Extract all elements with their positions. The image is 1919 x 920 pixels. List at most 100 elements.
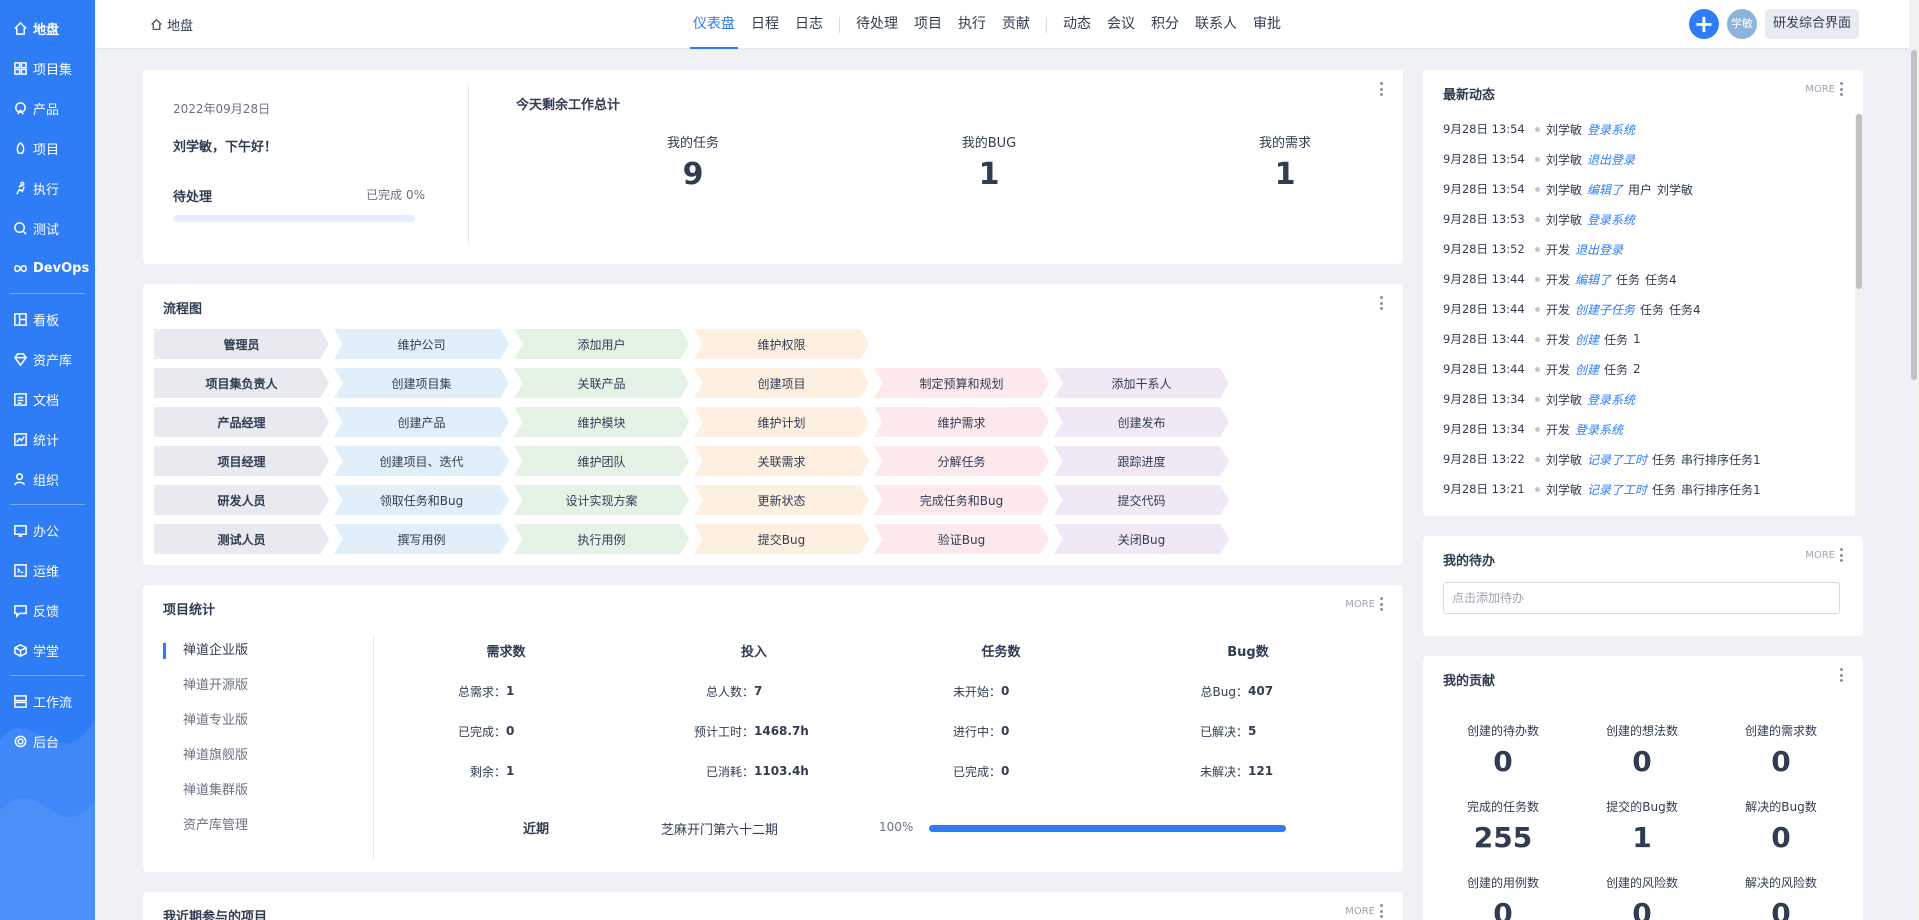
card-menu-icon[interactable]	[1839, 668, 1843, 682]
sidebar-item-feedback[interactable]: 反馈	[0, 590, 95, 630]
project-item[interactable]: 禅道企业版	[163, 641, 248, 676]
contribution-stat: 解决的风险数 0	[1711, 874, 1851, 920]
avatar[interactable]: 学敏	[1726, 9, 1757, 39]
sidebar-item-test[interactable]: 测试	[0, 208, 95, 248]
more-link[interactable]: MORE	[1345, 599, 1375, 610]
activity-object-name[interactable]: 刘学敏	[1657, 181, 1693, 198]
sidebar-item-org[interactable]: 组织	[0, 459, 95, 499]
activity-object-name[interactable]: 串行排序任务1	[1681, 451, 1761, 468]
nav-score[interactable]: 积分	[1143, 0, 1187, 49]
flow-step[interactable]: 创建发布	[1054, 407, 1229, 437]
flow-step[interactable]: 分解任务	[874, 446, 1049, 476]
flow-step[interactable]: 创建产品	[334, 407, 509, 437]
flow-step[interactable]: 提交Bug	[694, 524, 869, 554]
create-button[interactable]: +	[1688, 9, 1719, 39]
sidebar-item-assets[interactable]: 资产库	[0, 339, 95, 379]
activity-time: 9月28日 13:22	[1443, 452, 1525, 466]
flow-row: 测试人员 撰写用例 执行用例 提交Bug 验证Bug 关闭Bug	[154, 524, 1234, 554]
sidebar-item-dashboard[interactable]: 地盘	[0, 8, 95, 48]
flow-step[interactable]: 维护计划	[694, 407, 869, 437]
card-menu-icon[interactable]	[1379, 296, 1383, 310]
stat-my-stories[interactable]: 我的需求 1	[1225, 132, 1345, 192]
flow-step[interactable]: 跟踪进度	[1054, 446, 1229, 476]
flow-step[interactable]: 领取任务和Bug	[334, 485, 509, 515]
sidebar-item-execution[interactable]: 执行	[0, 168, 95, 208]
sidebar-item-product[interactable]: 产品	[0, 88, 95, 128]
project-item[interactable]: 禅道专业版	[163, 711, 248, 746]
workspace-switch-button[interactable]: 研发综合界面	[1764, 9, 1859, 39]
activity-scrollbar[interactable]	[1855, 114, 1863, 516]
nav-calendar[interactable]: 日程	[743, 0, 787, 49]
flow-step[interactable]: 创建项目、迭代	[334, 446, 509, 476]
nav-approval[interactable]: 审批	[1245, 0, 1289, 49]
sidebar-item-stats[interactable]: 统计	[0, 419, 95, 459]
scrollbar-thumb[interactable]	[1856, 114, 1862, 289]
flow-step[interactable]: 添加干系人	[1054, 368, 1229, 398]
flow-step[interactable]: 设计实现方案	[514, 485, 689, 515]
flow-step[interactable]: 关联产品	[514, 368, 689, 398]
flow-step[interactable]: 维护模块	[514, 407, 689, 437]
flow-step[interactable]: 维护公司	[334, 329, 509, 359]
activity-object-name[interactable]: 1	[1633, 332, 1641, 346]
breadcrumb[interactable]: 地盘	[150, 0, 193, 49]
card-menu-icon[interactable]	[1379, 597, 1383, 611]
nav-log[interactable]: 日志	[787, 0, 831, 49]
page-scrollbar[interactable]	[1909, 0, 1919, 920]
sidebar-item-program[interactable]: 项目集	[0, 48, 95, 88]
welcome-card: 2022年09月28日 刘学敏，下午好！ 待处理 已完成 0% 今天剩余工作总计…	[143, 70, 1403, 264]
add-todo-input[interactable]: 点击添加待办	[1443, 582, 1840, 614]
sidebar-item-docs[interactable]: 文档	[0, 379, 95, 419]
nav-execution[interactable]: 执行	[950, 0, 994, 49]
flow-step[interactable]: 制定预算和规划	[874, 368, 1049, 398]
card-menu-icon[interactable]	[1839, 82, 1843, 96]
flow-step[interactable]: 维护权限	[694, 329, 869, 359]
activity-object-name[interactable]: 串行排序任务1	[1681, 481, 1761, 498]
flow-step[interactable]: 添加用户	[514, 329, 689, 359]
flow-step[interactable]: 维护团队	[514, 446, 689, 476]
flow-step[interactable]: 撰写用例	[334, 524, 509, 554]
timeline-dot-icon	[1535, 186, 1540, 192]
flow-step[interactable]: 创建项目	[694, 368, 869, 398]
stat-my-tasks[interactable]: 我的任务 9	[633, 132, 753, 192]
activity-object-name[interactable]: 任务4	[1669, 301, 1701, 318]
flow-step[interactable]: 维护需求	[874, 407, 1049, 437]
more-link[interactable]: MORE	[1805, 550, 1835, 561]
card-menu-icon[interactable]	[1379, 904, 1383, 918]
flow-step[interactable]: 关联需求	[694, 446, 869, 476]
sidebar-item-devops[interactable]: DevOps	[0, 248, 95, 288]
nav-meeting[interactable]: 会议	[1099, 0, 1143, 49]
flow-step[interactable]: 执行用例	[514, 524, 689, 554]
sidebar-item-label: 看板	[33, 313, 60, 329]
nav-pending[interactable]: 待处理	[848, 0, 906, 49]
nav-contacts[interactable]: 联系人	[1187, 0, 1245, 49]
project-item[interactable]: 资产库管理	[163, 816, 248, 851]
project-item[interactable]: 禅道集群版	[163, 781, 248, 816]
timeline-dot-icon	[1535, 216, 1540, 222]
flow-step[interactable]: 完成任务和Bug	[874, 485, 1049, 515]
flow-step[interactable]: 创建项目集	[334, 368, 509, 398]
stat-my-bugs[interactable]: 我的BUG 1	[929, 132, 1049, 192]
more-link[interactable]: MORE	[1805, 84, 1835, 95]
flow-step[interactable]: 提交代码	[1054, 485, 1229, 515]
nav-dashboard[interactable]: 仪表盘	[685, 0, 743, 49]
recent-execution-name[interactable]: 芝麻开门第六十二期	[661, 819, 778, 838]
sidebar-item-kanban[interactable]: 看板	[0, 299, 95, 339]
scrollbar-thumb[interactable]	[1911, 50, 1917, 380]
more-link[interactable]: MORE	[1345, 906, 1375, 917]
nav-dynamic[interactable]: 动态	[1055, 0, 1099, 49]
project-item[interactable]: 禅道开源版	[163, 676, 248, 711]
sidebar-item-office[interactable]: 办公	[0, 510, 95, 550]
activity-object-name[interactable]: 2	[1633, 362, 1641, 376]
sidebar-item-ops[interactable]: 运维	[0, 550, 95, 590]
flow-step[interactable]: 更新状态	[694, 485, 869, 515]
nav-project[interactable]: 项目	[906, 0, 950, 49]
card-menu-icon[interactable]	[1839, 548, 1843, 562]
project-item[interactable]: 禅道旗舰版	[163, 746, 248, 781]
flow-step[interactable]: 验证Bug	[874, 524, 1049, 554]
card-menu-icon[interactable]	[1379, 82, 1383, 96]
pending-progress-bar	[173, 215, 415, 222]
nav-contribution[interactable]: 贡献	[994, 0, 1038, 49]
flow-step[interactable]: 关闭Bug	[1054, 524, 1229, 554]
activity-object-name[interactable]: 任务4	[1645, 271, 1677, 288]
sidebar-item-project[interactable]: 项目	[0, 128, 95, 168]
